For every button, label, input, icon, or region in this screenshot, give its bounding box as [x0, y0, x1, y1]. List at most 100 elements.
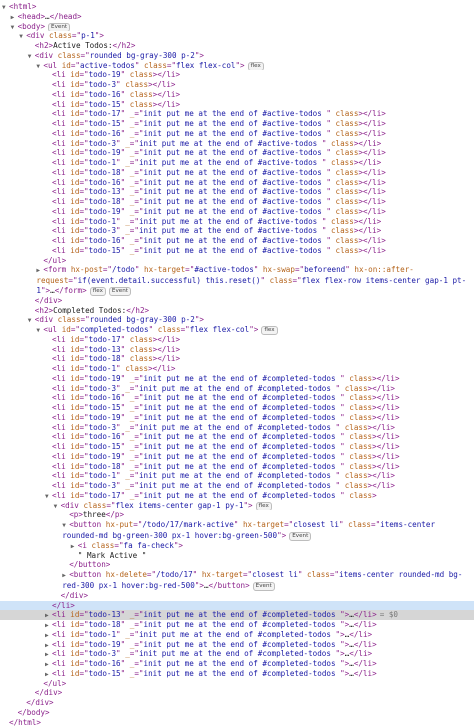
dom-node-line[interactable]: <li id="todo-18" _="init put me at the e… — [0, 197, 474, 207]
dom-node-line[interactable]: <li id="todo-18" _="init put me at the e… — [0, 462, 474, 472]
flex-badge[interactable]: flex — [90, 287, 106, 296]
dom-node-line[interactable]: <li id="todo-17" _="init put me at the e… — [0, 109, 474, 119]
collapse-triangle-icon[interactable]: ▶ — [45, 660, 52, 669]
attr-name: class — [345, 384, 368, 393]
tag-token: =" — [134, 462, 143, 471]
expand-triangle-icon[interactable]: ▼ — [28, 316, 35, 325]
dom-node-line[interactable]: <li id="todo-19" _="init put me at the e… — [0, 413, 474, 423]
dom-node-line[interactable]: ▼<div class="rounded bg-gray-300 p-2"> — [0, 315, 474, 325]
dom-node-line[interactable]: ▼<div class="rounded bg-gray-300 p-2"> — [0, 51, 474, 61]
event-badge[interactable]: Event — [109, 287, 131, 296]
dom-node-line[interactable]: <li id="todo-1" _="init put me at the en… — [0, 471, 474, 481]
dom-node-line[interactable]: </div> — [0, 688, 474, 698]
dom-node-line[interactable]: <li id="todo-18" class></li> — [0, 354, 474, 364]
dom-node-line[interactable]: <li id="todo-1" _="init put me at the en… — [0, 217, 474, 227]
dom-node-line[interactable]: <li id="todo-19" _="init put me at the e… — [0, 148, 474, 158]
dom-node-line[interactable]: <li id="todo-3" _="init put me at the en… — [0, 384, 474, 394]
dom-node-line[interactable]: <li id="todo-16" _="init put me at the e… — [0, 236, 474, 246]
flex-badge[interactable]: flex — [261, 326, 277, 335]
dom-node-line[interactable]: <li id="todo-13" class></li> — [0, 345, 474, 355]
dom-node-line[interactable]: <li id="todo-15" _="init put me at the e… — [0, 403, 474, 413]
dom-node-line[interactable]: <li id="todo-13" _="init put me at the e… — [0, 187, 474, 197]
dom-node-line[interactable]: <h2>Completed Todos:</h2> — [0, 306, 474, 316]
dom-node-line[interactable]: <h2>Active Todos:</h2> — [0, 41, 474, 51]
dom-node-line[interactable]: </button> — [0, 560, 474, 570]
dom-node-line[interactable]: ▼<body>Event — [0, 22, 474, 32]
dom-node-line[interactable]: <p>three</p> — [0, 510, 474, 520]
tag-token: </form> — [55, 286, 87, 295]
dom-node-line[interactable]: ▶<button hx-delete="/todo/17" hx-target=… — [0, 570, 474, 591]
collapse-triangle-icon[interactable]: ▶ — [45, 611, 52, 620]
collapse-triangle-icon[interactable]: ▶ — [45, 670, 52, 679]
dom-node-line[interactable]: <li id="todo-1" class></li> — [0, 364, 474, 374]
dom-node-line[interactable]: <li id="todo-16" _="init put me at the e… — [0, 129, 474, 139]
dom-node-line[interactable]: <li id="todo-3" _="init put me at the en… — [0, 139, 474, 149]
dom-node-line[interactable]: <li id="todo-3" _="init put me at the en… — [0, 423, 474, 433]
dom-node-line[interactable]: <li id="todo-3" _="init put me at the en… — [0, 481, 474, 491]
dom-node-line[interactable]: " Mark Active " — [0, 551, 474, 561]
dom-node-line[interactable]: <li id="todo-1" _="init put me at the en… — [0, 158, 474, 168]
dom-node-line[interactable]: ▼<ul id="completed-todos" class="flex fl… — [0, 325, 474, 335]
dom-node-line[interactable]: ▶<form hx-post="/todo" hx-target="#activ… — [0, 265, 474, 296]
dom-node-line[interactable]: ▶<head>…</head> — [0, 12, 474, 22]
dom-node-line[interactable]: <li id="todo-16" _="init put me at the e… — [0, 432, 474, 442]
collapse-triangle-icon[interactable]: ▶ — [45, 650, 52, 659]
dom-node-line[interactable]: <li id="todo-15" class></li> — [0, 100, 474, 110]
dom-node-line[interactable]: <li id="todo-19" class></li> — [0, 70, 474, 80]
dom-node-line[interactable]: <li id="todo-3" class></li> — [0, 80, 474, 90]
dom-node-line[interactable]: ▼<div class="p-1"> — [0, 31, 474, 41]
dom-node-line[interactable]: </div> — [0, 698, 474, 708]
flex-badge[interactable]: flex — [256, 502, 272, 511]
dom-node-line[interactable]: <li id="todo-15" _="init put me at the e… — [0, 119, 474, 129]
dom-node-line[interactable]: ▶<li id="todo-15" _="init put me at the … — [0, 669, 474, 679]
dom-node-line[interactable]: </body> — [0, 708, 474, 718]
collapse-triangle-icon[interactable]: ▶ — [45, 621, 52, 630]
dom-node-line[interactable]: <li id="todo-18" _="init put me at the e… — [0, 168, 474, 178]
dom-node-line[interactable]: ▼<div class="flex items-center gap-1 py-… — [0, 501, 474, 511]
dom-node-line[interactable]: ▶<li id="todo-1" _="init put me at the e… — [0, 630, 474, 640]
tag-token: <li — [52, 187, 70, 196]
dom-node-line[interactable]: <li id="todo-16" _="init put me at the e… — [0, 178, 474, 188]
dom-node-line[interactable]: ▼<li id="todo-17" _="init put me at the … — [0, 491, 474, 501]
event-badge[interactable]: Event — [289, 532, 311, 541]
dom-node-line[interactable]: </li> — [0, 601, 474, 611]
dom-node-line[interactable]: ▼<html> — [0, 2, 474, 12]
dom-node-line[interactable]: <li id="todo-17" class></li> — [0, 335, 474, 345]
collapse-triangle-icon[interactable]: ▶ — [45, 631, 52, 640]
dom-node-line[interactable]: <li id="todo-15" _="init put me at the e… — [0, 442, 474, 452]
event-badge[interactable]: Event — [48, 23, 70, 32]
expand-triangle-icon[interactable]: ▼ — [2, 3, 9, 12]
dom-node-line[interactable]: ▼<button hx-put="/todo/17/mark-active" h… — [0, 520, 474, 541]
dom-node-line[interactable]: <li id="todo-3" _="init put me at the en… — [0, 226, 474, 236]
tag-token: " — [121, 620, 130, 629]
dom-node-line[interactable]: ▶<li id="todo-3" _="init put me at the e… — [0, 649, 474, 659]
dom-node-line[interactable]: <li id="todo-19" _="init put me at the e… — [0, 207, 474, 217]
expand-triangle-icon[interactable]: ▼ — [28, 52, 35, 61]
dom-node-line[interactable]: </html> — [0, 718, 474, 727]
flex-badge[interactable]: flex — [248, 62, 264, 71]
dom-node-line[interactable]: <li id="todo-15" _="init put me at the e… — [0, 246, 474, 256]
expand-triangle-icon[interactable]: ▼ — [54, 502, 61, 511]
dom-node-line[interactable]: <li id="todo-19" _="init put me at the e… — [0, 374, 474, 384]
expand-triangle-icon[interactable]: ▼ — [45, 492, 52, 501]
event-badge[interactable]: Event — [253, 582, 275, 591]
dom-node-line[interactable]: ▶<li id="todo-13" _="init put me at the … — [0, 610, 474, 620]
dom-node-line[interactable]: </div> — [0, 591, 474, 601]
collapse-triangle-icon[interactable]: ▶ — [11, 13, 18, 22]
tag-token: =" — [134, 610, 143, 619]
dom-node-line[interactable]: <li id="todo-16" _="init put me at the e… — [0, 393, 474, 403]
dom-node-line[interactable]: ▶<i class="fa fa-check"> — [0, 541, 474, 551]
dom-node-line[interactable]: ▶<li id="todo-16" _="init put me at the … — [0, 659, 474, 669]
collapse-triangle-icon[interactable]: ▶ — [45, 641, 52, 650]
expand-triangle-icon[interactable]: ▼ — [11, 23, 18, 32]
dom-node-line[interactable]: </div> — [0, 296, 474, 306]
dom-node-line[interactable]: ▼<ul id="active-todos" class="flex flex-… — [0, 61, 474, 71]
collapse-triangle-icon[interactable]: ▶ — [71, 542, 78, 551]
dom-node-line[interactable]: </ul> — [0, 679, 474, 689]
dom-node-line[interactable]: ▶<li id="todo-18" _="init put me at the … — [0, 620, 474, 630]
tag-token: " — [298, 570, 307, 579]
dom-node-line[interactable]: <li id="todo-19" _="init put me at the e… — [0, 452, 474, 462]
dom-node-line[interactable]: </ul> — [0, 256, 474, 266]
dom-node-line[interactable]: <li id="todo-16" class></li> — [0, 90, 474, 100]
dom-node-line[interactable]: ▶<li id="todo-19" _="init put me at the … — [0, 640, 474, 650]
